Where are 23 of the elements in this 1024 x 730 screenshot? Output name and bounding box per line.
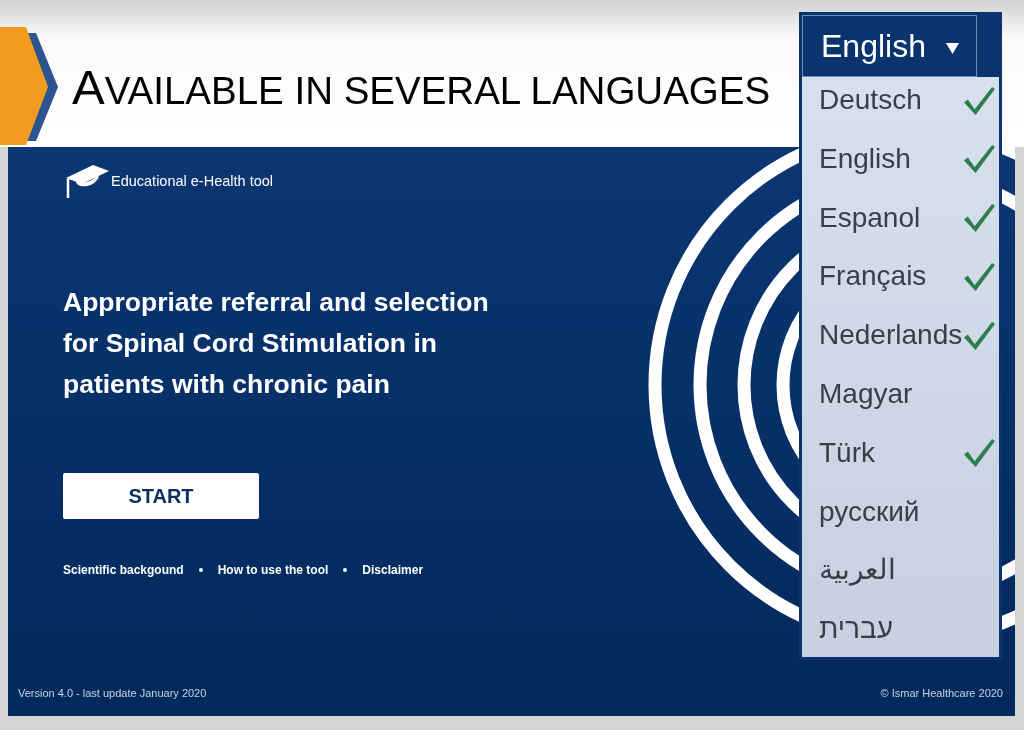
- language-option[interactable]: English: [802, 136, 999, 181]
- language-dropdown[interactable]: English: [802, 15, 977, 77]
- language-option[interactable]: עברית: [802, 607, 999, 652]
- app-heading: Appropriate referral and selection for Spinal Cord Stimulation in patients with chronic pain: [63, 286, 490, 401]
- bullet-icon: [343, 568, 348, 572]
- language-option[interactable]: العربية: [802, 548, 999, 593]
- language-option[interactable]: Magyar: [802, 372, 999, 416]
- bullet-icon: [198, 568, 203, 572]
- caret-icon: [945, 42, 959, 54]
- footer-link[interactable]: Scientific backgound: [63, 561, 184, 579]
- version-text: Version 4.0 - last update January 2020: [18, 685, 207, 701]
- language-option[interactable]: Nederlands: [802, 313, 999, 358]
- language-option[interactable]: Espanol: [802, 195, 999, 240]
- language-option[interactable]: русский: [802, 489, 999, 534]
- footer-link[interactable]: Disclaimer: [362, 561, 424, 579]
- copyright-text: © Ismar Healthcare 2020: [880, 685, 1003, 701]
- slide-title: AVAILABLE IN SEVERAL LANGUAGES: [72, 63, 771, 115]
- language-option[interactable]: Türk: [802, 430, 999, 475]
- language-option[interactable]: Deutsch: [802, 78, 999, 122]
- start-button[interactable]: START: [63, 473, 259, 519]
- app-tagline: Educational e-Health tool: [111, 171, 274, 191]
- footer-link[interactable]: How to use the tool: [217, 561, 329, 579]
- language-option[interactable]: Français: [802, 254, 999, 299]
